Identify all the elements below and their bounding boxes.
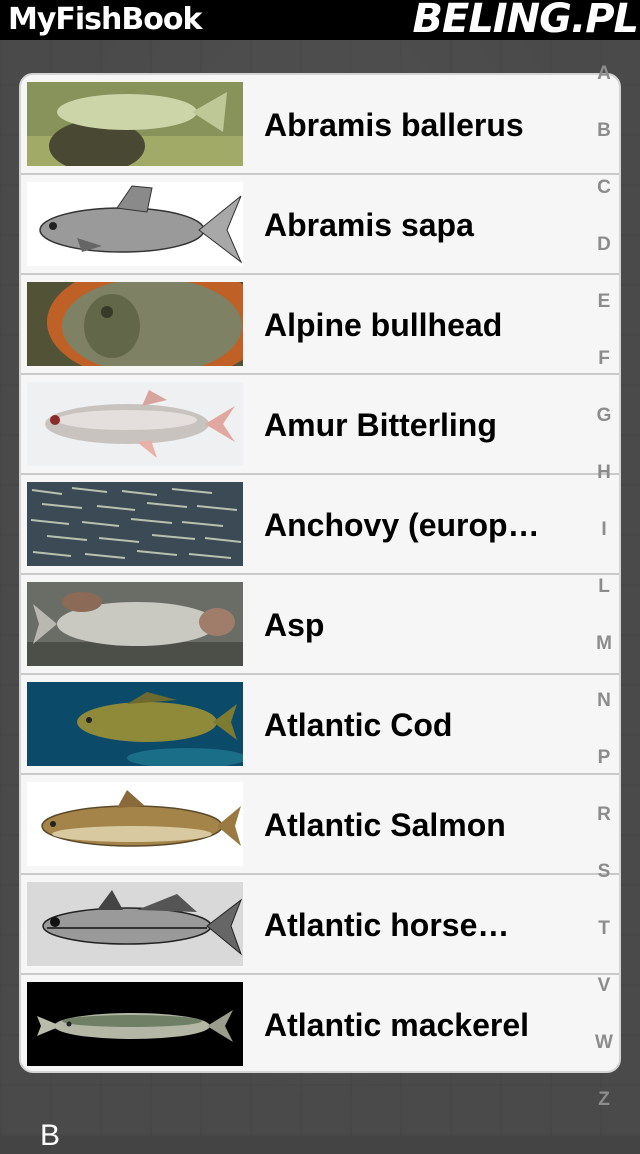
index-letter[interactable]: G	[586, 404, 622, 428]
list-item[interactable]: Abramis ballerus	[21, 75, 619, 175]
list-item[interactable]: Atlantic Salmon	[21, 775, 619, 875]
fish-name: Abramis sapa	[264, 207, 474, 243]
index-letter[interactable]: Z	[586, 1088, 622, 1112]
fish-list[interactable]: Abramis ballerus Abramis sapa Alpine bul…	[19, 73, 621, 1073]
fish-photo-icon	[27, 682, 243, 766]
fish-name: Atlantic Salmon	[264, 807, 506, 843]
index-letter[interactable]: C	[586, 176, 622, 200]
index-letter[interactable]: E	[586, 290, 622, 314]
app-title: MyFishBook	[8, 2, 202, 37]
brand-logo: BELING.PL	[412, 0, 639, 42]
fish-photo-icon	[27, 582, 243, 666]
fish-name: Atlantic mackerel	[264, 1007, 530, 1043]
index-letter[interactable]: N	[586, 689, 622, 713]
list-item[interactable]: Asp	[21, 575, 619, 675]
fish-thumbnail	[27, 82, 243, 166]
fish-name: Abramis ballerus	[264, 107, 524, 143]
alphabet-index[interactable]: A B C D E F G H I L M N P R S T V W Z	[586, 62, 622, 1122]
section-header-b: B	[40, 1119, 61, 1152]
index-letter[interactable]: D	[586, 233, 622, 257]
fish-name: Asp	[264, 607, 325, 643]
index-letter[interactable]: F	[586, 347, 622, 371]
index-letter[interactable]: T	[586, 917, 622, 941]
fish-name: Alpine bullhead	[264, 307, 503, 343]
index-letter[interactable]: L	[586, 575, 622, 599]
fish-photo-icon	[27, 382, 243, 466]
index-letter[interactable]: S	[586, 860, 622, 884]
fish-thumbnail	[27, 482, 243, 566]
list-item[interactable]: Anchovy (europ…	[21, 475, 619, 575]
list-item[interactable]: Alpine bullhead	[21, 275, 619, 375]
index-letter[interactable]: I	[586, 518, 622, 542]
fish-drawing-icon	[27, 182, 243, 266]
fish-thumbnail	[27, 382, 243, 466]
fish-thumbnail	[27, 182, 243, 266]
fish-name: Anchovy (europ…	[264, 507, 540, 543]
list-item[interactable]: Atlantic mackerel	[21, 975, 619, 1071]
fish-thumbnail	[27, 282, 243, 366]
index-letter[interactable]: H	[586, 461, 622, 485]
list-item[interactable]: Abramis sapa	[21, 175, 619, 275]
index-letter[interactable]: M	[586, 632, 622, 656]
fish-photo-icon	[27, 482, 243, 566]
fish-photo-icon	[27, 82, 243, 166]
index-letter[interactable]: P	[586, 746, 622, 770]
fish-thumbnail	[27, 982, 243, 1066]
fish-name: Atlantic horse…	[264, 907, 510, 943]
index-letter[interactable]: B	[586, 119, 622, 143]
list-item[interactable]: Atlantic horse…	[21, 875, 619, 975]
index-letter[interactable]: R	[586, 803, 622, 827]
list-item[interactable]: Amur Bitterling	[21, 375, 619, 475]
fish-thumbnail	[27, 582, 243, 666]
fish-drawing-icon	[27, 882, 243, 966]
fish-name: Amur Bitterling	[264, 407, 497, 443]
top-bar: MyFishBook BELING.PL	[0, 0, 640, 40]
fish-name: Atlantic Cod	[264, 707, 453, 743]
list-item[interactable]: Atlantic Cod	[21, 675, 619, 775]
index-letter[interactable]: W	[586, 1031, 622, 1055]
fish-drawing-icon	[27, 782, 243, 866]
fish-photo-icon	[27, 982, 243, 1066]
fish-thumbnail	[27, 782, 243, 866]
fish-thumbnail	[27, 682, 243, 766]
fish-thumbnail	[27, 882, 243, 966]
index-letter[interactable]: V	[586, 974, 622, 998]
index-letter[interactable]: A	[586, 62, 622, 86]
fish-photo-icon	[27, 282, 243, 366]
